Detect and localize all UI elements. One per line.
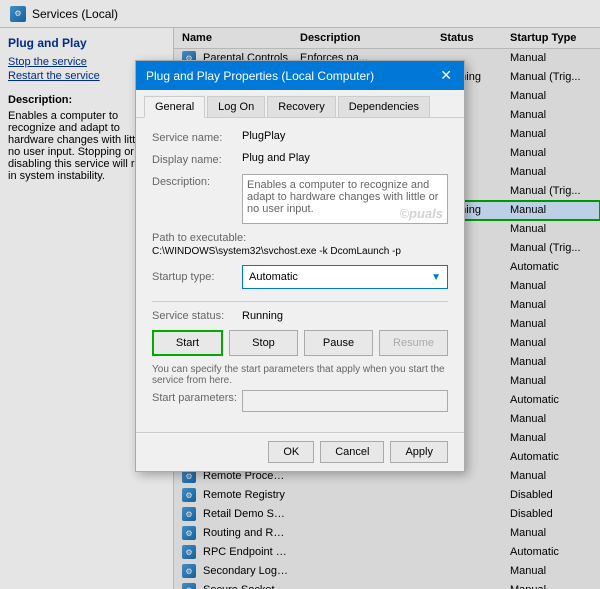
- service-status-value: Running: [242, 310, 283, 322]
- dialog-tabs: General Log On Recovery Dependencies: [136, 90, 464, 118]
- display-name-label: Display name:: [152, 152, 242, 166]
- pause-button[interactable]: Pause: [304, 330, 373, 356]
- display-name-value: Plug and Play: [242, 152, 448, 164]
- watermark: ©puals: [399, 206, 443, 221]
- service-name-label: Service name:: [152, 130, 242, 144]
- description-text-content: Enables a computer to recognize and adap…: [247, 179, 438, 215]
- path-field: Path to executable: C:\WINDOWS\system32\…: [152, 232, 448, 257]
- start-params-field: Start parameters:: [152, 390, 448, 412]
- start-params-label: Start parameters:: [152, 390, 242, 404]
- tab-logon[interactable]: Log On: [207, 96, 265, 117]
- dialog-title-bar: Plug and Play Properties (Local Computer…: [136, 61, 464, 90]
- tab-dependencies[interactable]: Dependencies: [338, 96, 430, 117]
- tab-recovery[interactable]: Recovery: [267, 96, 335, 117]
- display-name-field: Display name: Plug and Play: [152, 152, 448, 166]
- description-field: Description: Enables a computer to recog…: [152, 174, 448, 224]
- service-name-field: Service name: PlugPlay: [152, 130, 448, 144]
- divider: [152, 301, 448, 302]
- ok-button[interactable]: OK: [268, 441, 314, 463]
- path-value: C:\WINDOWS\system32\svchost.exe -k DcomL…: [152, 246, 448, 257]
- start-params-note: You can specify the start parameters tha…: [152, 364, 448, 386]
- service-status-row: Service status: Running: [152, 310, 448, 322]
- stop-button[interactable]: Stop: [229, 330, 298, 356]
- cancel-button[interactable]: Cancel: [320, 441, 384, 463]
- dialog-overlay: Plug and Play Properties (Local Computer…: [0, 0, 600, 589]
- resume-button[interactable]: Resume: [379, 330, 448, 356]
- main-window: ⚙ Services (Local) Plug and Play Stop th…: [0, 0, 600, 589]
- service-status-label: Service status:: [152, 310, 242, 322]
- startup-select-arrow-icon: ▼: [431, 272, 441, 283]
- startup-type-select[interactable]: Automatic ▼: [242, 265, 448, 289]
- startup-type-label: Startup type:: [152, 271, 242, 283]
- path-label: Path to executable:: [152, 232, 448, 244]
- dialog-close-button[interactable]: ✕: [438, 67, 454, 84]
- dialog-title: Plug and Play Properties (Local Computer…: [146, 69, 374, 83]
- startup-row: Startup type: Automatic ▼: [152, 265, 448, 289]
- dialog-footer: OK Cancel Apply: [136, 432, 464, 471]
- properties-dialog: Plug and Play Properties (Local Computer…: [135, 60, 465, 472]
- start-button[interactable]: Start: [152, 330, 223, 356]
- dialog-content: Service name: PlugPlay Display name: Plu…: [136, 118, 464, 432]
- service-name-value: PlugPlay: [242, 130, 448, 142]
- service-control-buttons: Start Stop Pause Resume: [152, 330, 448, 356]
- start-params-input[interactable]: [242, 390, 448, 412]
- description-field-value: Enables a computer to recognize and adap…: [242, 174, 448, 224]
- startup-type-value: Automatic: [249, 271, 298, 283]
- apply-button[interactable]: Apply: [390, 441, 448, 463]
- tab-general[interactable]: General: [144, 96, 205, 118]
- description-field-label: Description:: [152, 174, 242, 188]
